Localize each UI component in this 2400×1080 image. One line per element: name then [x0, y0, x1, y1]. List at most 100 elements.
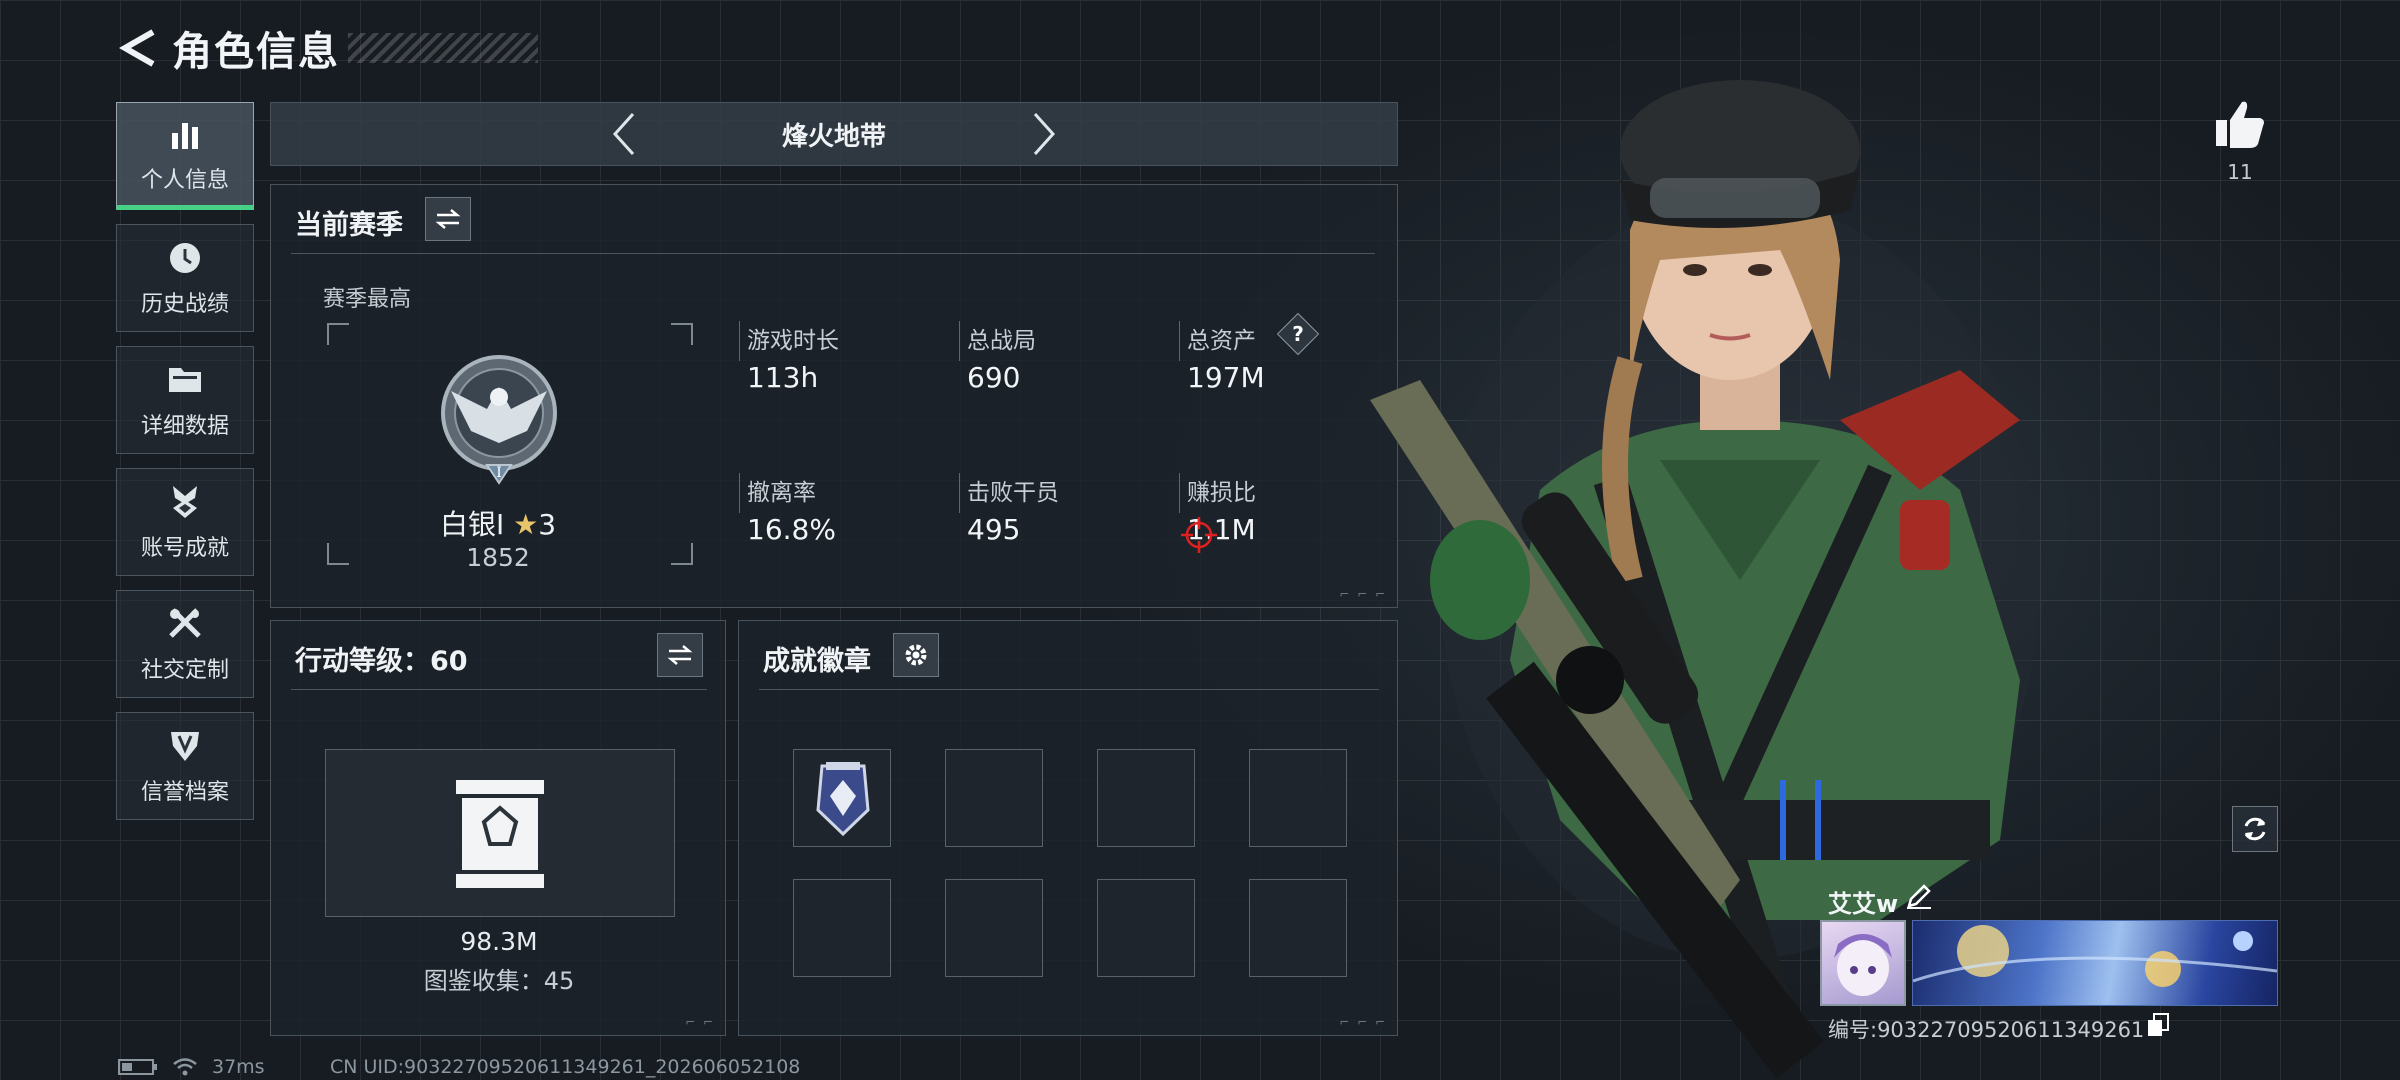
mode-next-button[interactable]: [1014, 104, 1074, 164]
stat-label-profit-loss: 赚损比: [1187, 480, 1256, 506]
battery-icon: [118, 1059, 157, 1075]
current-season-panel: 当前赛季 赛季最高 I 白银I ★3 1852 游戏时长 113h 总战局 69…: [270, 184, 1398, 608]
achievement-medal-icon: [165, 482, 205, 522]
sidebar-item-label: 账号成就: [140, 536, 229, 561]
panel-corner-decoration: ⌐ ⌐: [685, 1015, 715, 1029]
rank-score: 1852: [466, 543, 530, 572]
stat-label-total-assets: 总资产: [1187, 328, 1256, 354]
frame-corner: [327, 543, 349, 565]
badge-slot[interactable]: [1249, 879, 1347, 977]
sidebar-item-achievements[interactable]: 账号成就: [116, 468, 254, 576]
badge-slot[interactable]: [945, 749, 1043, 847]
sidebar-item-label: 信誉档案: [140, 780, 229, 805]
badge-slot[interactable]: [793, 879, 891, 977]
stat-divider: [959, 473, 960, 513]
sidebar-item-history[interactable]: 历史战绩: [116, 224, 254, 332]
badges-title: 成就徽章: [763, 646, 871, 677]
stat-divider: [739, 473, 740, 513]
sidebar-item-label: 社交定制: [140, 658, 229, 683]
rank-badge-numeral: I: [496, 465, 502, 481]
mode-name: 烽火地带: [781, 121, 886, 152]
sidebar-item-label: 个人信息: [140, 168, 229, 193]
achievement-badges-panel: 成就徽章 ⌐ ⌐ ⌐: [738, 620, 1398, 1036]
player-uid: 编号:90322709520611349261: [1828, 1018, 2145, 1042]
season-switch-button[interactable]: [425, 197, 471, 241]
asset-value: 98.3M: [460, 927, 538, 956]
player-banner[interactable]: [1912, 920, 2278, 1006]
current-season-title: 当前赛季: [295, 210, 403, 241]
history-clock-icon: [165, 238, 205, 278]
section-divider: [759, 689, 1379, 690]
bar-chart-icon: [165, 114, 205, 154]
help-icon: ?: [1292, 322, 1304, 346]
collection-card[interactable]: [325, 749, 675, 917]
badge-shield-icon: [816, 762, 870, 837]
section-divider: [291, 689, 707, 690]
stat-label-playtime: 游戏时长: [747, 328, 839, 354]
page-title: 角色信息: [172, 29, 340, 75]
copy-icon: [2148, 1013, 2169, 1036]
badge-slot[interactable]: [945, 879, 1043, 977]
badge-slot[interactable]: [1097, 879, 1195, 977]
stat-divider: [739, 321, 740, 361]
collection-count: 图鉴收集：45: [423, 967, 575, 995]
action-level-panel: 行动等级：60 98.3M 图鉴收集：45 ⌐ ⌐: [270, 620, 726, 1036]
rank-emblem: I: [431, 347, 567, 493]
sidebar-item-social-custom[interactable]: 社交定制: [116, 590, 254, 698]
sidebar-item-personal-info[interactable]: 个人信息: [116, 102, 254, 210]
season-best-label: 赛季最高: [323, 287, 412, 312]
sidebar-item-detailed-data[interactable]: 详细数据: [116, 346, 254, 454]
frame-corner: [327, 323, 349, 345]
collection-vault-icon: [454, 778, 546, 890]
stat-value-operators-defeated: 495: [967, 513, 1021, 546]
badge-slot[interactable]: [1249, 749, 1347, 847]
sidebar-item-label: 详细数据: [140, 414, 229, 439]
action-level-switch-button[interactable]: [657, 633, 703, 677]
badge-slot[interactable]: [793, 749, 891, 847]
chevron-left-icon: [612, 112, 635, 156]
thumbs-up-icon: [2216, 101, 2264, 148]
action-level-title: 行动等级：60: [295, 646, 468, 677]
frame-corner: [671, 323, 693, 345]
pencil-icon: [1907, 884, 1931, 909]
crosshair-icon: [1179, 515, 1219, 555]
avatar[interactable]: [1820, 920, 1906, 1006]
stat-label-operators-defeated: 击败干员: [967, 480, 1059, 506]
rank-line: 白银I ★3: [373, 503, 623, 543]
back-button[interactable]: [118, 26, 158, 70]
avatar-image: [1834, 934, 1892, 996]
ping-value: 37ms: [212, 1056, 265, 1078]
stat-value-total-assets: 197M: [1187, 361, 1265, 394]
folder-icon: [165, 360, 205, 400]
status-bar: 37ms: [118, 1056, 265, 1078]
mode-prev-button[interactable]: [594, 104, 654, 164]
stat-label-total-matches: 总战局: [967, 328, 1036, 354]
page-header: 角色信息: [118, 22, 538, 75]
banner-image: [1912, 925, 2278, 987]
tools-icon: [165, 604, 205, 644]
credit-shield-icon: [165, 726, 205, 766]
stat-divider: [1179, 473, 1180, 513]
like-count: 11: [2227, 160, 2253, 184]
frame-corner: [671, 543, 693, 565]
like-button[interactable]: [2212, 96, 2268, 152]
sidebar: 个人信息 历史战绩 详细数据 账号成就 社交定制 信誉档案: [116, 102, 254, 834]
build-info: CN UID:90322709520611349261_202606052108: [330, 1056, 801, 1078]
mode-selector: 烽火地带: [270, 102, 1398, 166]
rank-stars: 3: [538, 508, 557, 541]
sidebar-item-label: 历史战绩: [140, 292, 229, 317]
back-arrow-icon: [119, 29, 155, 67]
badges-settings-button[interactable]: [893, 633, 939, 677]
star-icon: ★: [513, 508, 539, 541]
edit-name-button[interactable]: [1905, 882, 1933, 910]
stat-divider: [959, 321, 960, 361]
rank-name: 白银I: [439, 508, 505, 541]
badge-slot[interactable]: [1097, 749, 1195, 847]
stat-value-extract-rate: 16.8%: [747, 513, 836, 546]
rotate-model-button[interactable]: [2232, 806, 2278, 852]
swap-icon: [667, 645, 693, 665]
sidebar-item-credit-record[interactable]: 信誉档案: [116, 712, 254, 820]
refresh-icon: [2244, 817, 2266, 841]
stat-value-total-matches: 690: [967, 361, 1021, 394]
copy-uid-button[interactable]: [2146, 1012, 2170, 1038]
